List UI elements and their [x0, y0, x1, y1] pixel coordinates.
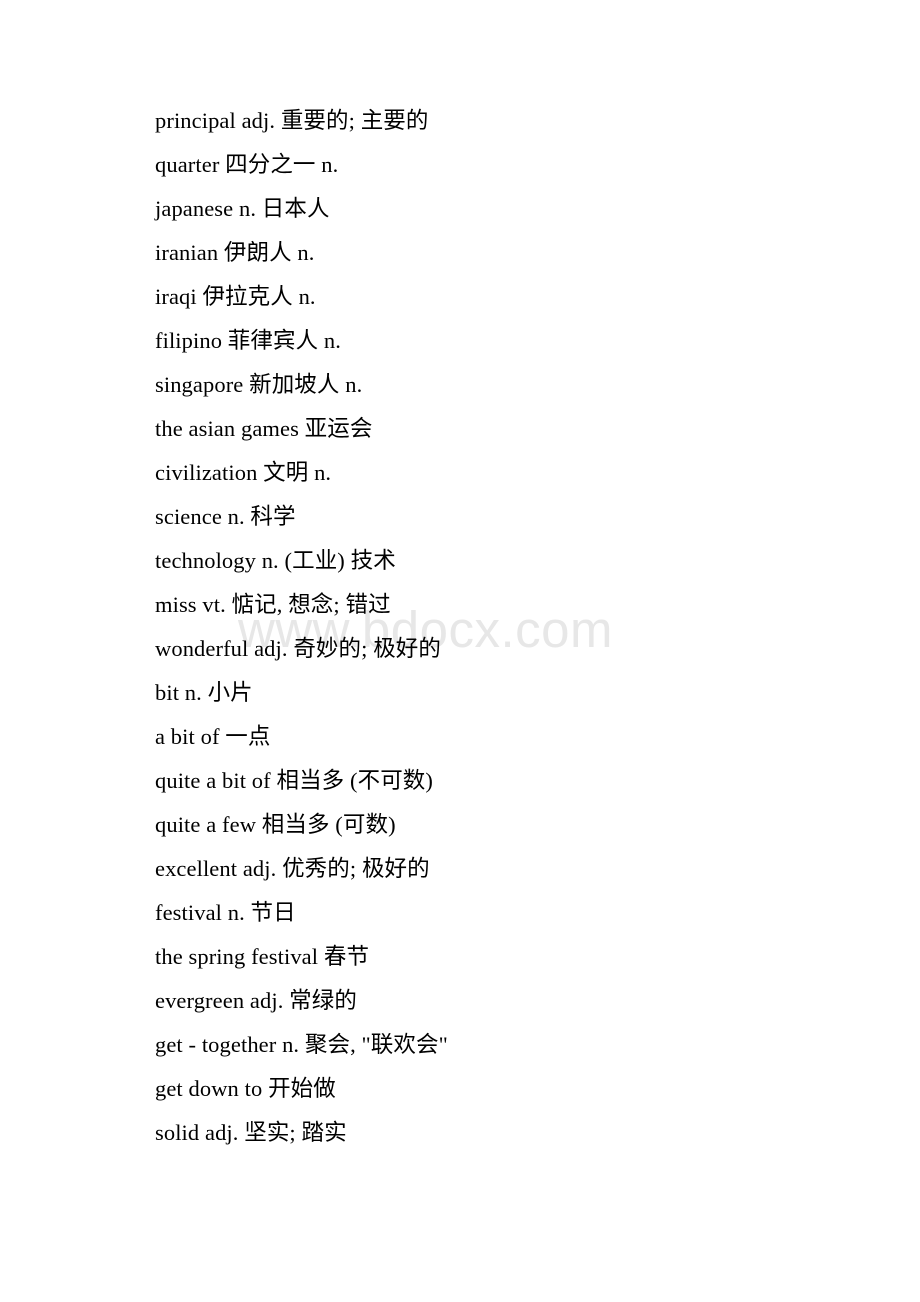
- vocabulary-entry: principal adj. 重要的; 主要的: [155, 108, 429, 133]
- vocabulary-entry: the asian games 亚运会: [155, 416, 373, 441]
- vocabulary-entry: bit n. 小片: [155, 680, 253, 705]
- vocabulary-entry: quite a bit of 相当多 (不可数): [155, 768, 433, 793]
- vocabulary-entry: wonderful adj. 奇妙的; 极好的: [155, 636, 442, 661]
- document-page: www.bdocx.com principal adj. 重要的; 主要的 qua…: [0, 0, 920, 1302]
- vocabulary-entry: get - together n. 聚会, "联欢会": [155, 1032, 448, 1057]
- vocabulary-entry: singapore 新加坡人 n.: [155, 372, 363, 397]
- vocabulary-entry: the spring festival 春节: [155, 944, 370, 969]
- vocabulary-entry: technology n. (工业) 技术: [155, 548, 396, 573]
- vocabulary-entry: quarter 四分之一 n.: [155, 152, 339, 177]
- vocabulary-entry: solid adj. 坚实; 踏实: [155, 1120, 347, 1145]
- vocabulary-entry: get down to 开始做: [155, 1076, 336, 1101]
- vocabulary-entry: evergreen adj. 常绿的: [155, 988, 357, 1013]
- vocabulary-entry: miss vt. 惦记, 想念; 错过: [155, 592, 391, 617]
- vocabulary-entry: a bit of 一点: [155, 724, 271, 749]
- vocabulary-entry: iranian 伊朗人 n.: [155, 240, 315, 265]
- vocabulary-entry: science n. 科学: [155, 504, 296, 529]
- vocabulary-entry: quite a few 相当多 (可数): [155, 812, 396, 837]
- vocabulary-entry: japanese n. 日本人: [155, 196, 330, 221]
- vocabulary-entry: festival n. 节日: [155, 900, 296, 925]
- vocabulary-entry: filipino 菲律宾人 n.: [155, 328, 341, 353]
- vocabulary-entry: civilization 文明 n.: [155, 460, 332, 485]
- vocabulary-list: principal adj. 重要的; 主要的 quarter 四分之一 n. ja…: [155, 99, 855, 1155]
- vocabulary-entry: excellent adj. 优秀的; 极好的: [155, 856, 430, 881]
- vocabulary-entry: iraqi 伊拉克人 n.: [155, 284, 316, 309]
